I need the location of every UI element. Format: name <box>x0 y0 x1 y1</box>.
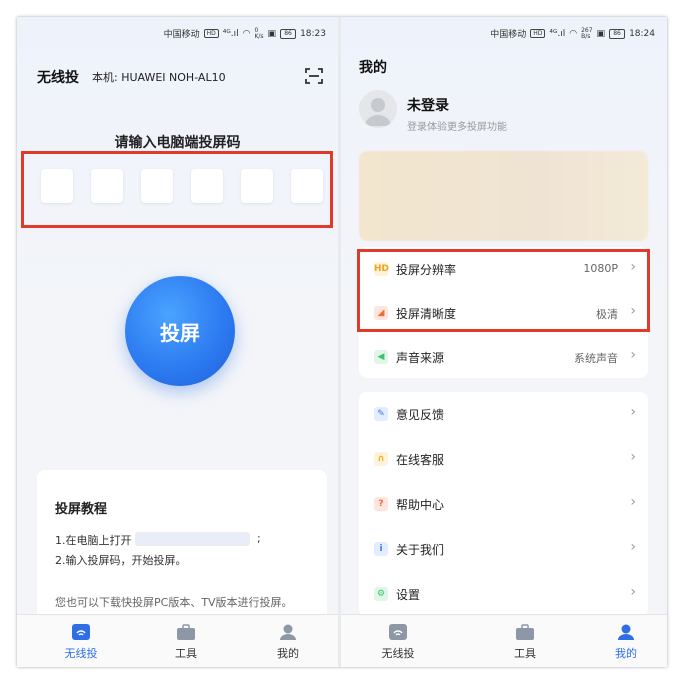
device-label: 本机: <box>92 71 118 84</box>
highlight-box-code <box>21 151 333 228</box>
tab-mine[interactable]: 我的 <box>596 623 656 661</box>
help-icon: ? <box>374 497 388 511</box>
wifi-icon: ◠ <box>242 28 251 39</box>
vibrate-icon: ▣ <box>267 28 277 39</box>
status-bar: 中国移动 HD ⁴ᴳ.ıl ◠ 0 K/s ▣ 86 18:23 <box>164 27 326 40</box>
tutorial-step-2: 2.输入投屏码，开始投屏。 <box>55 554 187 567</box>
chevron-right-icon: › <box>630 449 636 465</box>
chevron-right-icon: › <box>630 404 636 420</box>
screenshot-frame: 中国移动 HD ⁴ᴳ.ıl ◠ 0 K/s ▣ 86 18:23 无线投 本机: … <box>17 17 667 667</box>
tutorial-step-1-end: ; <box>257 532 261 545</box>
device-name: HUAWEI NOH-AL10 <box>121 71 226 84</box>
setting-audio-source[interactable]: ◀ 声音来源 系统声音 › <box>359 335 648 379</box>
tab-tools[interactable]: 工具 <box>495 623 555 661</box>
tab-tools[interactable]: 工具 <box>156 623 216 661</box>
carrier-label: 中国移动 <box>490 30 527 40</box>
cast-button[interactable]: 投屏 <box>125 276 235 386</box>
hd-badge: HD <box>203 29 219 38</box>
tutorial-note: 您也可以下载快投屏PC版本、TV版本进行投屏。 <box>55 596 293 609</box>
bottom-tab-bar: 无线投 工具 我的 <box>17 614 338 667</box>
net-speed: 0 K/s <box>254 26 264 40</box>
default-avatar-icon <box>365 98 391 126</box>
tutorial-title: 投屏教程 <box>55 502 108 517</box>
profile-hint: 登录体验更多投屏功能 <box>407 122 507 133</box>
info-icon: i <box>374 542 388 556</box>
headset-icon: ∩ <box>374 452 388 466</box>
gear-icon: ⚙ <box>374 587 388 601</box>
tutorial-card: 投屏教程 1.在电脑上打开 ; 2.输入投屏码，开始投屏。 您也可以下载快投屏P… <box>37 470 327 620</box>
menu-feedback[interactable]: ✎ 意见反馈 › <box>359 392 648 436</box>
page-title: 我的 <box>359 60 387 76</box>
clock: 18:24 <box>629 28 655 39</box>
menu-settings[interactable]: ⚙ 设置 › <box>359 572 648 616</box>
net-speed: 267 B/s <box>581 26 593 40</box>
scan-icon[interactable] <box>304 66 324 86</box>
battery-icon: 86 <box>280 28 297 39</box>
chevron-right-icon: › <box>630 539 636 555</box>
avatar[interactable] <box>359 90 397 128</box>
cast-icon <box>389 624 407 640</box>
chevron-right-icon: › <box>630 347 636 363</box>
chevron-right-icon: › <box>630 494 636 510</box>
feedback-icon: ✎ <box>374 407 388 421</box>
blurred-url <box>135 532 250 546</box>
cast-icon <box>72 624 90 640</box>
bottom-tab-bar: 无线投 工具 我的 <box>341 614 667 667</box>
toolbox-icon <box>516 624 534 640</box>
profile-screen: 中国移动 HD ⁴ᴳ.ıl ◠ 267 B/s ▣ 86 18:24 我的 未登录… <box>341 17 667 667</box>
wireless-cast-screen: 中国移动 HD ⁴ᴳ.ıl ◠ 0 K/s ▣ 86 18:23 无线投 本机: … <box>17 17 338 667</box>
carrier-label: 中国移动 <box>163 30 200 40</box>
signal-icon: ⁴ᴳ.ıl <box>549 28 566 39</box>
highlight-box-settings <box>357 249 650 332</box>
code-prompt: 请输入电脑端投屏码 <box>114 135 241 151</box>
status-bar: 中国移动 HD ⁴ᴳ.ıl ◠ 267 B/s ▣ 86 18:24 <box>490 27 655 40</box>
menu-support[interactable]: ∩ 在线客服 › <box>359 437 648 481</box>
chevron-right-icon: › <box>630 584 636 600</box>
toolbox-icon <box>177 624 195 640</box>
tab-wireless-cast[interactable]: 无线投 <box>51 623 111 661</box>
signal-icon: ⁴ᴳ.ıl <box>222 28 239 39</box>
tab-wireless-cast[interactable]: 无线投 <box>368 623 428 661</box>
hd-badge: HD <box>530 29 546 38</box>
blurred-vip-banner <box>359 151 648 241</box>
user-icon <box>280 624 296 640</box>
tab-mine[interactable]: 我的 <box>258 623 318 661</box>
wifi-icon: ◠ <box>569 28 578 39</box>
battery-icon: 86 <box>609 28 626 39</box>
menu-help[interactable]: ? 帮助中心 › <box>359 482 648 526</box>
tutorial-step-1: 1.在电脑上打开 <box>55 534 132 547</box>
page-title: 无线投 <box>37 70 79 86</box>
profile-name[interactable]: 未登录 <box>407 95 449 115</box>
speaker-icon: ◀ <box>374 350 388 364</box>
menu-card: ✎ 意见反馈 › ∩ 在线客服 › ? 帮助中心 › i 关于我们 › ⚙ 设置 <box>359 392 648 617</box>
device-info: 本机: HUAWEI NOH-AL10 <box>92 69 226 85</box>
menu-about[interactable]: i 关于我们 › <box>359 527 648 571</box>
vibrate-icon: ▣ <box>596 28 606 39</box>
user-icon <box>618 624 634 640</box>
clock: 18:23 <box>300 28 326 39</box>
